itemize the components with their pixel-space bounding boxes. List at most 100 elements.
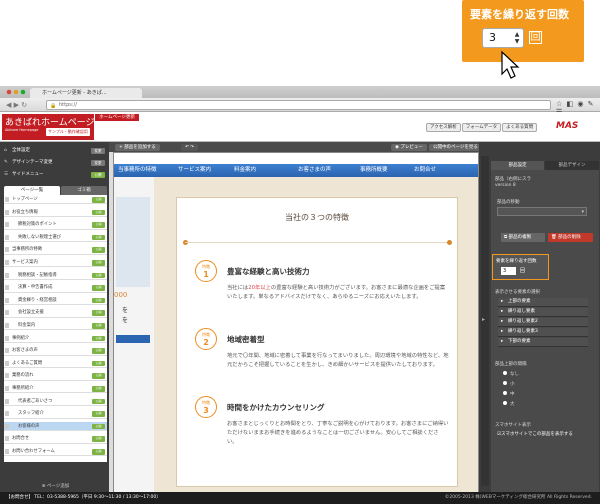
publish-button[interactable]: 公開 <box>92 373 105 379</box>
site-nav-item[interactable]: 当事務所の特徴 <box>118 164 157 177</box>
address-bar[interactable]: 🔒 https:// <box>46 100 551 110</box>
site-nav-item[interactable]: お客さまの声 <box>298 164 331 177</box>
spacing-large[interactable]: 大 <box>503 401 515 407</box>
publish-button[interactable]: 公開 <box>92 323 105 329</box>
page-list-item[interactable]: お客様の声 公開 <box>4 421 107 432</box>
panel-collapse-handle[interactable]: ▸ <box>481 156 489 486</box>
page-list-item[interactable]: よくあるご質問 公開 <box>4 359 107 369</box>
publish-button[interactable]: 公開 <box>92 272 105 279</box>
drag-handle-icon[interactable] <box>5 348 9 354</box>
site-nav-item[interactable]: 事務所概要 <box>360 164 388 177</box>
preview-button[interactable]: ◉ プレビュー <box>391 144 427 151</box>
back-forward-icon[interactable]: ◀ ▶ ↻ <box>6 101 27 109</box>
sidebar-button[interactable] <box>116 335 150 343</box>
publish-button[interactable]: 公開 <box>92 411 105 417</box>
drag-handle-icon[interactable] <box>5 234 9 240</box>
publish-button[interactable]: 公開 <box>92 386 105 392</box>
publish-button[interactable]: 公開 <box>92 285 105 291</box>
public-page-button[interactable]: 公開中のページを見る <box>429 144 482 151</box>
page-list-item[interactable]: お問合せ 公開 <box>4 434 107 444</box>
duplicate-part-button[interactable]: ⧉ 部品の複製 <box>501 233 545 242</box>
global-settings-button[interactable]: 変更 <box>91 148 105 154</box>
page-list-item[interactable]: 会社設立支援 公開 <box>4 308 107 318</box>
side-menu[interactable]: ☰ サイドメニュー 公開 <box>3 170 107 180</box>
window-controls-icon[interactable] <box>6 89 30 95</box>
global-settings[interactable]: ⌂ 全体設定 変更 <box>3 146 107 156</box>
publish-button[interactable]: 公開 <box>92 247 105 253</box>
tab-page-list[interactable]: ページ一覧 <box>4 186 60 195</box>
element-repeat-1[interactable]: 繰り返し要素 <box>498 308 588 317</box>
publish-button[interactable]: 公開 <box>92 348 105 354</box>
element-repeat-2[interactable]: 繰り返し要素2 <box>498 318 588 327</box>
page-list-item[interactable]: お役立ち情報 公開 <box>4 208 107 217</box>
drag-handle-icon[interactable] <box>5 247 9 253</box>
drag-handle-icon[interactable] <box>5 209 9 215</box>
spacing-none[interactable]: なし <box>503 371 519 377</box>
publish-button[interactable]: 公開 <box>92 436 105 442</box>
publish-button[interactable]: 公開 <box>92 234 105 241</box>
page-list-item[interactable]: 料金案内 公開 <box>4 321 107 331</box>
page-list-item[interactable]: 当事務所の特徴 公開 <box>4 245 107 255</box>
drag-handle-icon[interactable] <box>5 285 9 291</box>
page-list-item[interactable]: 代表者ごあいさつ 公開 <box>4 397 107 406</box>
publish-button[interactable]: 公開 <box>92 423 105 430</box>
access-analysis-button[interactable]: アクセス解析 <box>426 123 461 132</box>
smartphone-checkbox[interactable]: ☑スマホサイトでこの部品を表示する <box>497 431 573 437</box>
page-list-item[interactable]: お問い合わせフォーム 公開 <box>4 447 107 457</box>
repeat-stepper[interactable]: 3 <box>501 267 516 275</box>
page-list-item[interactable]: 決算・申告書作成 公開 <box>4 283 107 293</box>
drag-handle-icon[interactable] <box>5 386 9 391</box>
element-top[interactable]: 上部の要素 <box>498 298 588 307</box>
drag-handle-icon[interactable] <box>5 449 9 454</box>
site-nav-item[interactable]: 料金案内 <box>234 164 256 177</box>
drag-handle-icon[interactable] <box>5 398 9 404</box>
drag-handle-icon[interactable] <box>5 373 9 379</box>
design-theme[interactable]: ✎ デザインテーマ変更 変更 <box>3 158 107 168</box>
add-page-button[interactable]: ⊕ ページ追加 <box>4 482 107 491</box>
drag-handle-icon[interactable] <box>5 272 9 278</box>
page-list-item[interactable]: 事例紹介 公開 <box>4 334 107 343</box>
drag-handle-icon[interactable] <box>5 423 9 429</box>
publish-button[interactable]: 公開 <box>92 335 105 342</box>
drag-handle-icon[interactable] <box>5 323 9 328</box>
site-nav-item[interactable]: お問合せ <box>414 164 436 177</box>
page-list-item[interactable]: スタッフ紹介 公開 <box>4 409 107 419</box>
spacing-small[interactable]: 小 <box>503 381 515 387</box>
drag-handle-icon[interactable] <box>5 360 9 366</box>
publish-button[interactable]: 公開 <box>92 222 105 228</box>
drag-handle-icon[interactable] <box>5 222 9 228</box>
page-list-item[interactable]: 税務相談・記帳指導 公開 <box>4 271 107 280</box>
publish-button[interactable]: 公開 <box>92 260 105 266</box>
drag-handle-icon[interactable] <box>5 197 9 202</box>
publish-button[interactable]: 公開 <box>92 398 105 405</box>
page-list-item[interactable]: 節税対策のポイント 公開 <box>4 220 107 230</box>
publish-button[interactable]: 公開 <box>92 449 105 455</box>
page-list-item[interactable]: お客さまの声 公開 <box>4 346 107 356</box>
move-select[interactable]: ▾ <box>497 207 587 216</box>
tab-part-design[interactable]: 部品デザイン <box>545 161 599 170</box>
page-list-item[interactable]: サービス案内 公開 <box>4 258 107 268</box>
publish-button[interactable]: 公開 <box>92 360 105 367</box>
page-list-item[interactable]: 事務所紹介 公開 <box>4 384 107 394</box>
page-list-item[interactable]: 失敗しない税理士選び 公開 <box>4 233 107 243</box>
publish-button[interactable]: 公開 <box>92 310 105 316</box>
drag-handle-icon[interactable] <box>5 297 9 303</box>
faq-button[interactable]: よくある質問 <box>502 123 538 132</box>
drag-handle-icon[interactable] <box>5 335 9 341</box>
design-theme-button[interactable]: 変更 <box>91 160 105 166</box>
add-part-button[interactable]: + 部品を追加する <box>115 144 160 151</box>
drag-handle-icon[interactable] <box>5 436 9 442</box>
side-menu-publish-button[interactable]: 公開 <box>91 172 105 178</box>
tab-part-settings[interactable]: 部品設定 <box>491 161 544 170</box>
drag-handle-icon[interactable] <box>5 310 9 316</box>
publish-button[interactable]: 公開 <box>92 209 105 216</box>
browser-tab[interactable]: ホームページ更新 - あきぱ… <box>30 88 142 98</box>
form-data-button[interactable]: フォームデータ <box>461 123 502 132</box>
tab-trash[interactable]: ゴミ箱 <box>61 186 107 195</box>
feature-article[interactable]: 当社の３つの特徴 特徴 1 豊富な経験と高い技術力 当社には20年以上の豊富な経験… <box>176 197 458 487</box>
delete-part-button[interactable]: 🗑 部品の削除 <box>548 233 593 242</box>
callout-repeat-stepper[interactable]: 3 ▲ ▼ <box>482 28 524 48</box>
drag-handle-icon[interactable] <box>5 411 9 417</box>
page-list-item[interactable]: 資金繰り・経営相談 公開 <box>4 296 107 306</box>
page-list-item[interactable]: 業務の流れ 公開 <box>4 371 107 381</box>
